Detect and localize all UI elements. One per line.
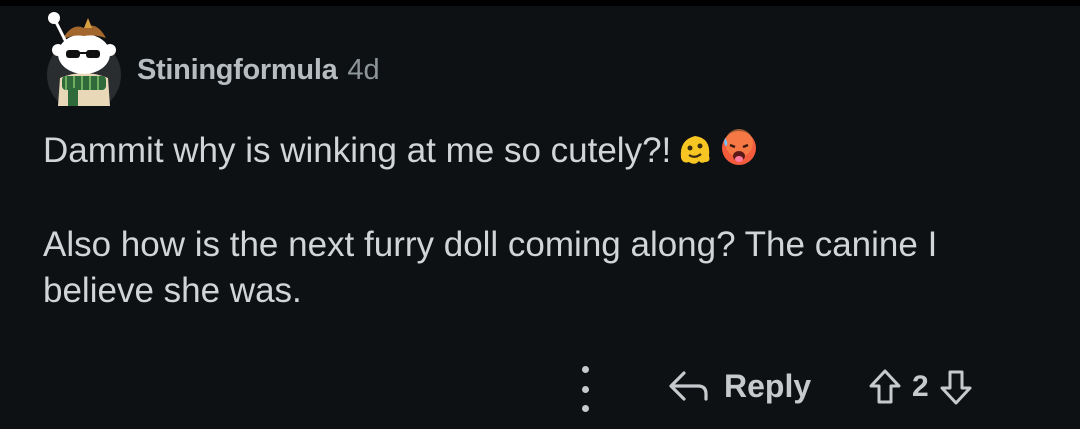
vote-score: 2 [912,370,929,403]
more-vertical-icon [581,366,589,373]
more-vertical-icon-dot [581,385,589,393]
downvote-arrow-icon[interactable] [939,368,973,406]
more-options-button[interactable] [570,366,600,412]
avatar-image [47,12,121,106]
comment-paragraph-2: Also how is the next furry doll coming a… [43,225,938,310]
comment-meta: Stiningformula 4d [137,52,380,88]
comment-actions: Reply 2 [0,360,1080,416]
comment-text-1: Dammit why is winking at me so cutely?! [43,131,672,170]
reply-button[interactable]: Reply [668,368,811,405]
comment: Stiningformula 4d Dammit why is winking … [0,0,1080,429]
hot-face-emoji [719,128,759,168]
comment-paragraph-1: Dammit why is winking at me so cutely?! [43,128,1033,174]
more-vertical-icon-dot [581,405,589,412]
comment-age: 4d [347,54,380,86]
vote-controls: 2 [868,368,973,406]
reply-label: Reply [724,368,812,404]
author-avatar[interactable] [44,6,124,106]
comment-body: Dammit why is winking at me so cutely?! … [43,128,1033,314]
melting-face-emoji [675,128,715,168]
upvote-arrow-icon[interactable] [868,368,902,406]
reply-arrow-icon [669,370,708,401]
author-name[interactable]: Stiningformula [137,52,338,88]
